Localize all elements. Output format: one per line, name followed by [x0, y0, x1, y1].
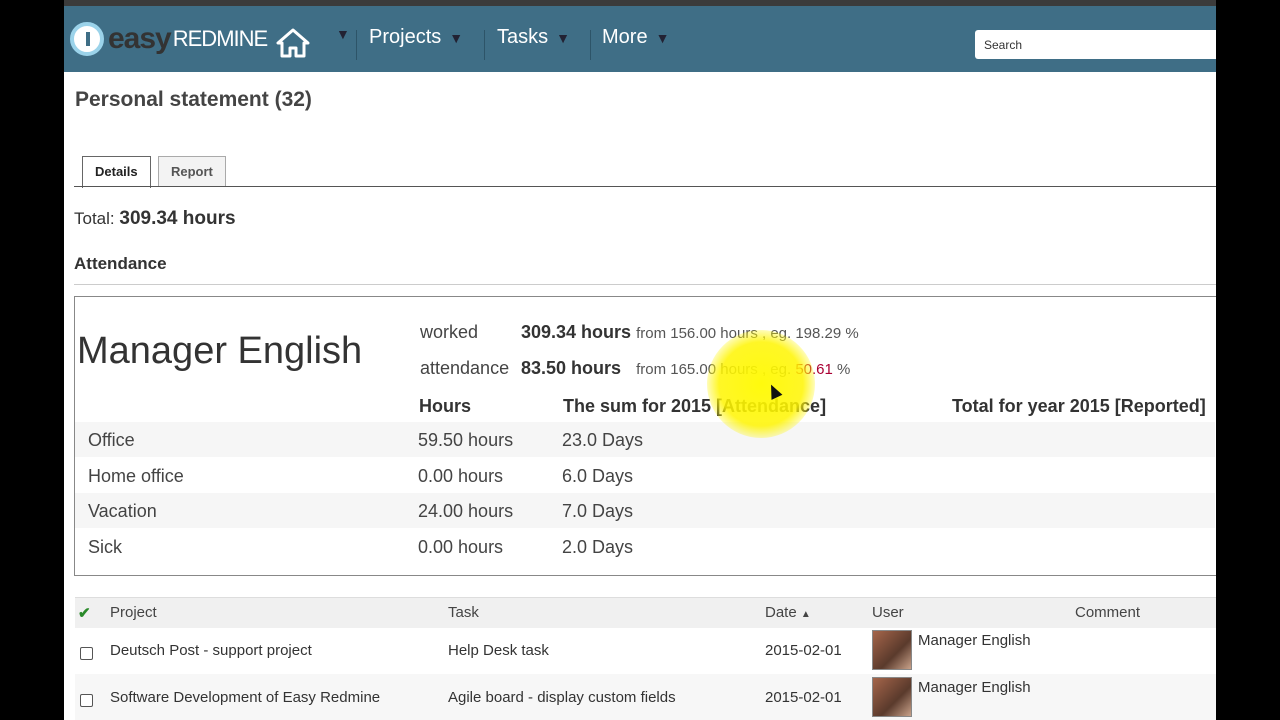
- search-input[interactable]: Search: [975, 30, 1216, 59]
- attendance-from: from 165.00 hours , eg. 50.61 %: [636, 361, 850, 378]
- select-all-check-icon[interactable]: ✔: [78, 604, 91, 622]
- user-name: Manager English: [77, 330, 363, 372]
- page-title: Personal statement (32): [75, 88, 312, 111]
- app-window: easy REDMINE ▼ Projects ▼ Tasks ▼ More ▼…: [64, 0, 1216, 720]
- column-project[interactable]: Project: [110, 604, 157, 621]
- attendance-hours: 0.00 hours: [418, 466, 504, 486]
- attendance-row: Home office 0.00 hours 6.0 Days: [75, 458, 1215, 493]
- logo-text-easy: easy: [108, 22, 172, 55]
- tab-details[interactable]: Details: [82, 156, 151, 188]
- table-row[interactable]: Software Development of Easy Redmine Agi…: [75, 674, 1216, 720]
- total-label: Total:: [74, 209, 115, 228]
- avatar: [872, 630, 912, 670]
- column-date[interactable]: Date ▲: [765, 604, 811, 621]
- column-task[interactable]: Task: [448, 604, 479, 621]
- attendance-type: Sick: [88, 537, 123, 557]
- sort-asc-icon: ▲: [800, 609, 811, 620]
- attendance-row: Office 59.50 hours 23.0 Days: [75, 422, 1215, 457]
- logo-power-icon: [70, 22, 104, 56]
- attendance-percent: 50.61: [795, 361, 833, 378]
- column-hours: Hours: [419, 396, 472, 416]
- column-user[interactable]: User: [872, 604, 904, 621]
- attendance-type: Home office: [88, 466, 184, 486]
- attendance-divider: [74, 284, 1216, 285]
- attendance-row: Sick 0.00 hours 2.0 Days: [75, 529, 1215, 564]
- row-user[interactable]: Manager English: [918, 632, 1031, 649]
- attendance-type: Office: [88, 430, 135, 450]
- nav-separator: [590, 30, 591, 60]
- total-hours: Total: 309.34 hours: [74, 208, 236, 230]
- row-user[interactable]: Manager English: [918, 679, 1031, 696]
- nav-projects[interactable]: Projects ▼: [369, 26, 463, 49]
- total-value: 309.34 hours: [119, 208, 236, 229]
- nav-tasks-label: Tasks: [497, 26, 549, 48]
- row-project[interactable]: Software Development of Easy Redmine: [110, 689, 380, 706]
- worked-value: 309.34 hours: [521, 322, 632, 342]
- nav-separator: [356, 30, 357, 60]
- attendance-from-text: from 165.00 hours , eg.: [636, 361, 796, 378]
- attendance-days: 23.0 Days: [562, 430, 644, 450]
- tabs-divider: [74, 186, 1216, 187]
- row-task[interactable]: Agile board - display custom fields: [448, 689, 676, 706]
- column-sum-attendance: The sum for 2015 [Attendance]: [563, 396, 827, 416]
- column-comment[interactable]: Comment: [1075, 604, 1140, 621]
- chevron-down-icon[interactable]: ▼: [656, 30, 670, 46]
- row-project[interactable]: Deutsch Post - support project: [110, 642, 312, 659]
- home-icon[interactable]: [276, 28, 310, 58]
- chevron-down-icon: ▼: [336, 26, 350, 42]
- worked-summary: 309.34 hours from 156.00 hours , eg. 198…: [521, 322, 859, 343]
- worked-from: from 156.00 hours , eg. 198.29 %: [636, 325, 859, 342]
- tab-report[interactable]: Report: [158, 156, 226, 187]
- row-date: 2015-02-01: [765, 689, 842, 706]
- nav-tasks[interactable]: Tasks ▼: [497, 26, 570, 49]
- attendance-days: 6.0 Days: [562, 466, 634, 486]
- attendance-label: attendance: [420, 358, 510, 378]
- home-dropdown[interactable]: ▼: [328, 26, 350, 42]
- easyredmine-logo[interactable]: easy REDMINE: [70, 22, 268, 56]
- chevron-down-icon[interactable]: ▼: [556, 30, 570, 46]
- attendance-hours: 59.50 hours: [418, 430, 514, 450]
- row-date: 2015-02-01: [765, 642, 842, 659]
- table-row[interactable]: Deutsch Post - support project Help Desk…: [75, 627, 1216, 674]
- column-total-reported: Total for year 2015 [Reported]: [952, 396, 1206, 416]
- worked-label: worked: [420, 322, 479, 342]
- attendance-value: 83.50 hours: [521, 358, 622, 378]
- row-task[interactable]: Help Desk task: [448, 642, 549, 659]
- row-checkbox[interactable]: [80, 647, 93, 660]
- attendance-percent-sign: %: [832, 361, 851, 378]
- attendance-row: Vacation 24.00 hours 7.0 Days: [75, 493, 1215, 528]
- row-checkbox[interactable]: [80, 694, 93, 707]
- nav-separator: [484, 30, 485, 60]
- attendance-type: Vacation: [88, 501, 157, 521]
- attendance-summary: 83.50 hours from 165.00 hours , eg. 50.6…: [521, 358, 850, 379]
- attendance-hours: 0.00 hours: [418, 537, 504, 557]
- attendance-heading: Attendance: [74, 254, 167, 273]
- attendance-hours: 24.00 hours: [418, 501, 514, 521]
- attendance-days: 7.0 Days: [562, 501, 634, 521]
- logo-text-redmine: REDMINE: [172, 26, 268, 51]
- attendance-days: 2.0 Days: [562, 537, 634, 557]
- avatar: [872, 677, 912, 717]
- nav-more[interactable]: More ▼: [602, 26, 669, 49]
- column-date-label: Date: [765, 604, 797, 621]
- nav-projects-label: Projects: [369, 26, 442, 48]
- chevron-down-icon[interactable]: ▼: [449, 30, 463, 46]
- table-header: ✔ Project Task Date ▲ User Comment: [75, 597, 1216, 628]
- top-navigation-bar: easy REDMINE ▼ Projects ▼ Tasks ▼ More ▼…: [64, 0, 1216, 72]
- nav-more-label: More: [602, 26, 648, 48]
